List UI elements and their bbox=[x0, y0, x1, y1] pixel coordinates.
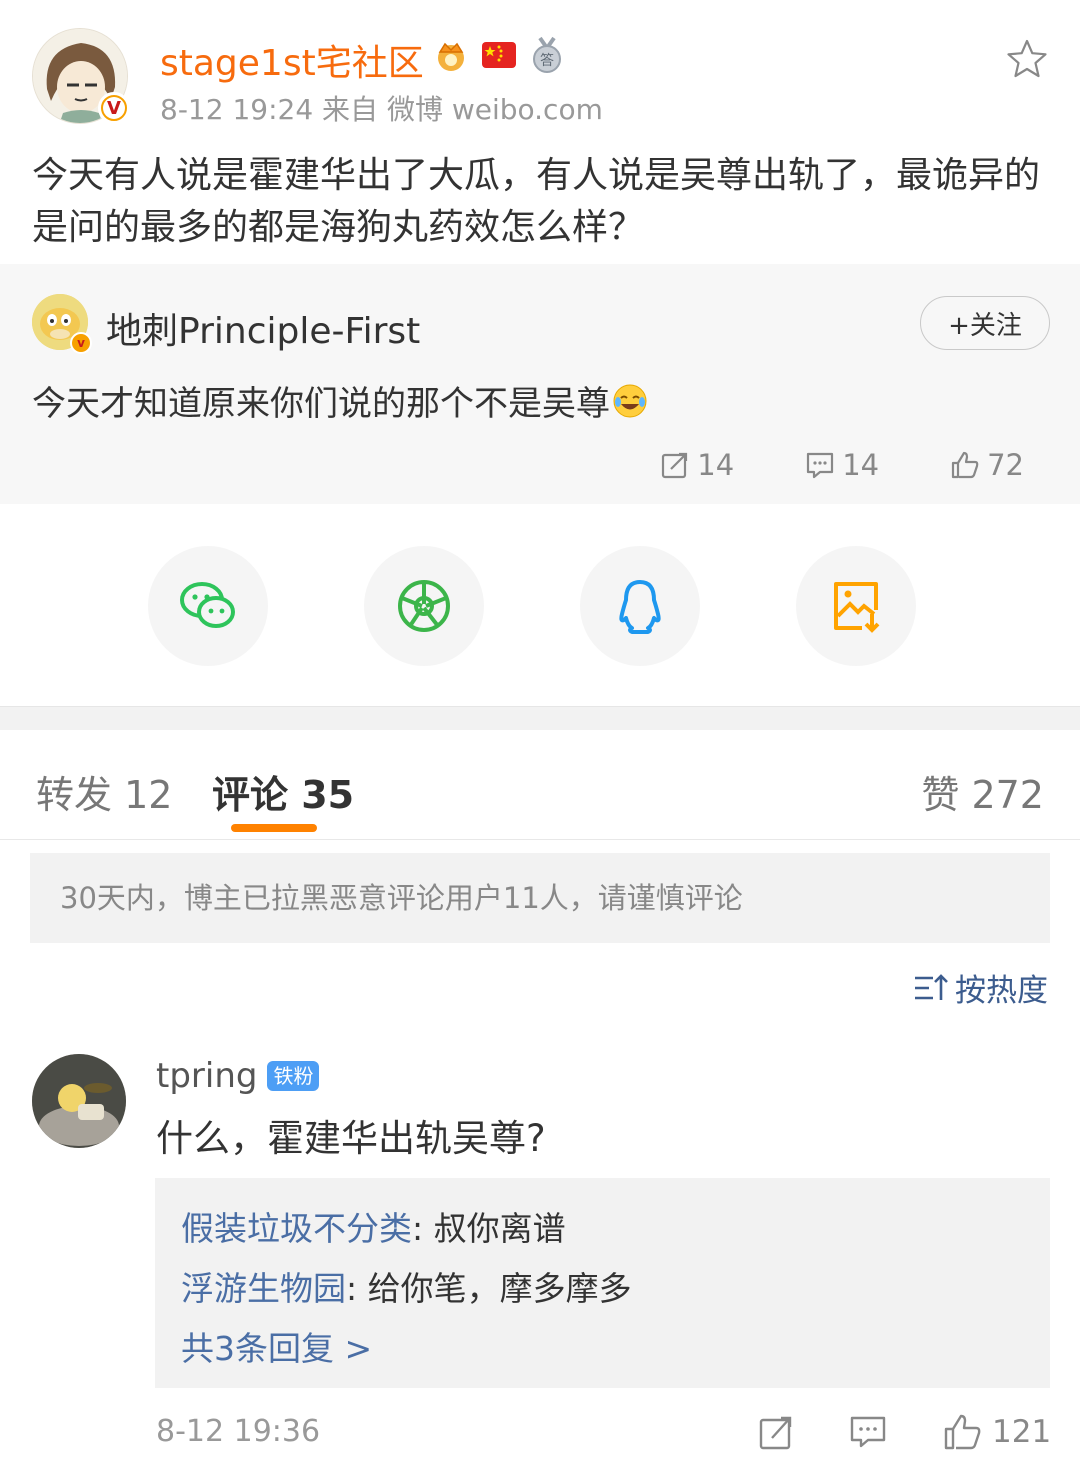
verified-badge-icon: V bbox=[98, 92, 130, 124]
laugh-cry-emoji-icon bbox=[613, 384, 647, 417]
reply-user[interactable]: 假装垃圾不分类 bbox=[181, 1209, 412, 1248]
post-header: V stage1st宅社区 答 8-12 19:24 来自 微博 weibo.c… bbox=[0, 0, 1080, 140]
retweet-repost-button[interactable]: 14 bbox=[659, 448, 734, 482]
comment-text: 什么，霍建华出轨吴尊? bbox=[156, 1117, 546, 1160]
repost-icon bbox=[662, 452, 688, 479]
post-meta: 8-12 19:24 来自 微博 weibo.com bbox=[160, 93, 603, 126]
retweet-text: 今天才知道原来你们说的那个不是吴尊 bbox=[32, 384, 610, 424]
retweet-author-name[interactable]: 地刺Principle-First bbox=[106, 302, 420, 354]
reply-user[interactable]: 浮游生物园 bbox=[181, 1269, 346, 1308]
reply-text: : 给你笔，摩多摩多 bbox=[346, 1269, 632, 1308]
comment-icon bbox=[807, 452, 834, 479]
repost-icon bbox=[759, 1416, 792, 1450]
retweet-repost-count: 14 bbox=[697, 448, 735, 482]
share-moments-button[interactable] bbox=[364, 546, 484, 666]
comment-notice: 30天内，博主已拉黑恶意评论用户11人，请谨慎评论 bbox=[30, 853, 1050, 943]
comment-reply-button[interactable] bbox=[848, 1412, 888, 1452]
follow-button[interactable]: +关注 bbox=[920, 296, 1050, 350]
retweet-actions: 14 14 72 bbox=[659, 448, 1024, 482]
author-badges: 答 bbox=[432, 36, 566, 74]
commenter-avatar[interactable] bbox=[32, 1054, 126, 1148]
retweet-comment-count: 14 bbox=[842, 448, 880, 482]
tab-repost[interactable]: 转发 12 bbox=[36, 764, 172, 819]
china-flag-icon[interactable] bbox=[480, 36, 518, 74]
favorite-star-icon[interactable] bbox=[1006, 38, 1048, 80]
qq-icon bbox=[619, 580, 661, 634]
active-tab-indicator bbox=[231, 824, 317, 832]
thumbs-up-icon bbox=[944, 1414, 981, 1450]
comment-repost-button[interactable] bbox=[756, 1412, 796, 1452]
tab-comment[interactable]: 评论 35 bbox=[212, 764, 354, 819]
share-row bbox=[0, 504, 1080, 706]
comment-like-count: 121 bbox=[992, 1414, 1052, 1450]
thumbs-up-icon bbox=[951, 451, 979, 479]
iron-fan-badge[interactable]: 铁粉 bbox=[267, 1061, 320, 1091]
retweet-verified-badge-icon: v bbox=[70, 332, 92, 354]
moments-icon bbox=[398, 580, 450, 632]
section-divider bbox=[0, 706, 1080, 730]
sort-icon bbox=[915, 973, 948, 1000]
retweet-like-button[interactable]: 72 bbox=[949, 448, 1024, 482]
reply-text: : 叔你离谱 bbox=[412, 1209, 566, 1248]
share-qq-button[interactable] bbox=[580, 546, 700, 666]
replies-box[interactable]: 假装垃圾不分类: 叔你离谱 浮游生物园: 给你笔，摩多摩多 共3条回复 > bbox=[155, 1178, 1050, 1388]
tab-like[interactable]: 赞 272 bbox=[921, 764, 1044, 819]
sort-label: 按热度 bbox=[955, 973, 1048, 1009]
share-wechat-button[interactable] bbox=[148, 546, 268, 666]
sort-by-hot-button[interactable]: 按热度 bbox=[913, 965, 1048, 1010]
comment-time: 8-12 19:36 bbox=[156, 1414, 321, 1449]
comment-footer: 8-12 19:36 121 bbox=[156, 1412, 1051, 1456]
commenter-info: tpring 铁粉 bbox=[156, 1056, 320, 1096]
tab-bar: 转发 12 评论 35 赞 272 bbox=[0, 730, 1080, 840]
retweet-card[interactable]: v 地刺Principle-First +关注 今天才知道原来你们说的那个不是吴… bbox=[0, 264, 1080, 504]
retweet-comment-button[interactable]: 14 bbox=[804, 448, 879, 482]
share-save-image-button[interactable] bbox=[796, 546, 916, 666]
answer-medal-icon[interactable]: 答 bbox=[528, 36, 566, 74]
crown-icon[interactable] bbox=[432, 36, 470, 74]
comment-icon bbox=[850, 1416, 886, 1448]
author-name[interactable]: stage1st宅社区 bbox=[160, 34, 424, 86]
retweet-text-line: 今天才知道原来你们说的那个不是吴尊 bbox=[32, 376, 648, 425]
save-image-icon bbox=[834, 582, 880, 633]
reply-item: 浮游生物园: 给你笔，摩多摩多 bbox=[181, 1262, 632, 1310]
svg-text:答: 答 bbox=[540, 52, 554, 69]
more-replies-link[interactable]: 共3条回复 > bbox=[181, 1322, 372, 1370]
post-text: 今天有人说是霍建华出了大瓜，有人说是吴尊出轨了，最诡异的是问的最多的都是海狗丸药… bbox=[32, 155, 1041, 248]
retweet-like-count: 72 bbox=[987, 448, 1024, 482]
comment-like-button[interactable]: 121 bbox=[942, 1412, 1051, 1452]
reply-item: 假装垃圾不分类: 叔你离谱 bbox=[181, 1202, 566, 1250]
wechat-icon bbox=[180, 582, 235, 628]
commenter-name[interactable]: tpring bbox=[156, 1056, 257, 1096]
